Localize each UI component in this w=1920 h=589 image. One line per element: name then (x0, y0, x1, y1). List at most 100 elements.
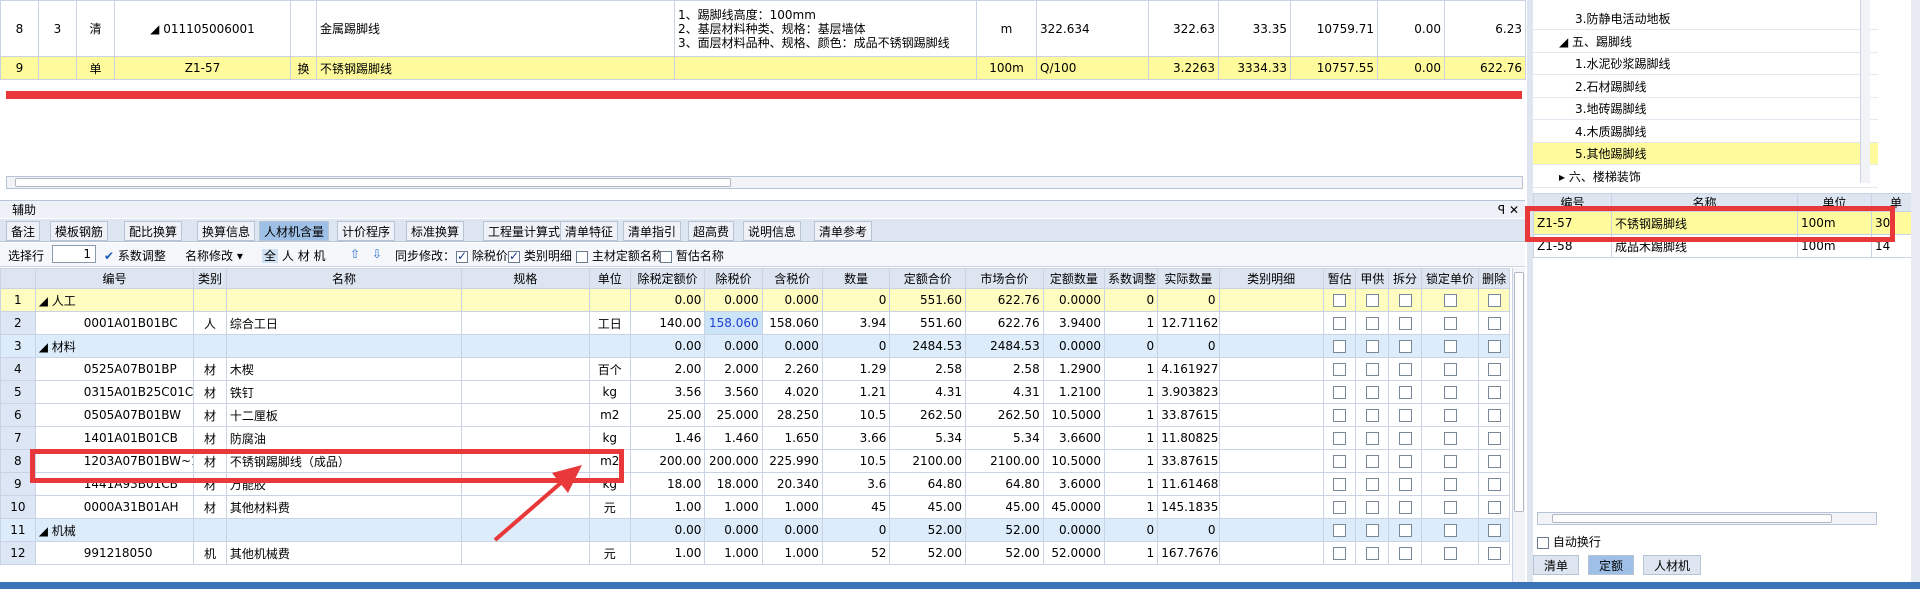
cell-name[interactable]: 木楔 (225, 357, 463, 381)
cell-kind-detail[interactable] (1218, 311, 1324, 335)
checkbox-cell[interactable] (1388, 518, 1422, 542)
cell-dqty[interactable]: 3.9400 (1042, 311, 1106, 335)
table-row[interactable]: 10 0000A31B01AH 材其他材料费元 1.00 1.000 1.000 45 45.… (0, 495, 1510, 519)
tab-12[interactable]: 清单参考 (814, 221, 873, 241)
tree-item[interactable]: ◢ 五、踢脚线 (1533, 31, 1878, 53)
checkbox-icon[interactable] (1398, 455, 1412, 468)
cell-ip[interactable]: 158.060 (761, 311, 823, 335)
checkbox-cell[interactable] (1478, 472, 1510, 496)
cell-name[interactable]: 综合工日 (225, 311, 463, 335)
checkbox-icon[interactable] (1443, 501, 1457, 514)
tab-bill[interactable]: 清单 (1533, 555, 1580, 575)
cell-row[interactable]: 8 (0, 0, 39, 57)
tree-scrollbar[interactable] (1860, 0, 1870, 183)
cell-name[interactable] (225, 334, 463, 358)
cell-dsum[interactable]: 262.50 (889, 403, 967, 427)
cell-kind-detail[interactable] (1218, 357, 1324, 381)
cell-c1[interactable]: 0.00 (1377, 0, 1445, 57)
checkbox-icon[interactable] (1487, 478, 1501, 491)
cell-aqty[interactable]: 0 (1157, 334, 1220, 358)
cell-code[interactable]: 0505A07B01BW (34, 403, 195, 427)
table-row[interactable]: 7 1401A01B01CB 材防腐油 kg 1.46 1.460 1.650 3.66 5.3… (0, 426, 1510, 450)
cell-unit[interactable]: m2 (588, 403, 631, 427)
cell-name[interactable]: 其他材料费 (225, 495, 463, 519)
tab-10[interactable]: 超高费 (688, 221, 735, 241)
checkbox-cell[interactable] (1355, 426, 1390, 450)
table-row[interactable]: 11 ◢ 机械 0.00 0.000 0.000 0 52.00 52.00 0.0000 0 0 (0, 518, 1510, 542)
checkbox-icon[interactable] (1365, 294, 1379, 307)
filter-all[interactable]: 全 (262, 249, 279, 263)
category-option[interactable]: 类别明细 (508, 247, 572, 264)
column-header[interactable]: 类别 (193, 268, 227, 289)
cell-kind-detail[interactable] (1218, 495, 1324, 519)
cell-unit[interactable]: kg (588, 380, 631, 404)
checkbox-cell[interactable] (1388, 426, 1422, 450)
checkbox-icon[interactable] (1443, 317, 1457, 330)
column-header[interactable] (0, 268, 36, 289)
checkbox-icon[interactable] (1487, 409, 1501, 422)
cell-coef[interactable]: 1 (1104, 472, 1159, 496)
column-header[interactable]: 拆分 (1388, 268, 1422, 289)
cell-type[interactable]: 单 (76, 56, 115, 80)
cell-dp[interactable]: 0.00 (629, 518, 706, 542)
cell-dp[interactable]: 1.46 (629, 426, 706, 450)
checkbox-icon[interactable] (1333, 547, 1347, 560)
cell-qty[interactable]: 10.5 (821, 403, 891, 427)
tree-item[interactable]: ▸ 六、楼梯装饰 (1533, 166, 1878, 188)
checkbox-icon[interactable] (1443, 524, 1457, 537)
right-horizontal-scrollbar[interactable] (1537, 512, 1877, 525)
checkbox-cell[interactable] (1478, 288, 1510, 312)
checkbox-icon[interactable] (1443, 294, 1457, 307)
cell-dsum[interactable]: 45.00 (889, 495, 967, 519)
column-header[interactable]: 除税价 (704, 268, 763, 289)
column-header[interactable]: 系数调整 (1104, 268, 1159, 289)
cell-msum[interactable]: 52.00 (965, 518, 1044, 542)
checkbox-icon[interactable] (1487, 432, 1501, 445)
checkbox-cell[interactable] (1420, 288, 1480, 312)
checkbox-cell[interactable] (1420, 449, 1480, 473)
checkbox-cell[interactable] (1388, 380, 1422, 404)
checkbox-cell[interactable] (1322, 449, 1357, 473)
checkbox-cell[interactable] (1478, 403, 1510, 427)
checkbox-icon[interactable] (1398, 340, 1412, 353)
checkbox-cell[interactable] (1388, 541, 1422, 565)
cell-qty[interactable]: 3.94 (821, 311, 891, 335)
checkbox-icon[interactable] (1487, 363, 1501, 376)
name-edit-dropdown[interactable]: 名称修改 ▾ (185, 247, 243, 264)
cell-name[interactable]: 铁钉 (225, 380, 463, 404)
cell-qty[interactable]: 10.5 (821, 449, 891, 473)
cell-qty_expr[interactable]: 322.634 (1036, 0, 1149, 57)
checkbox-cell[interactable] (1420, 311, 1480, 335)
cell-swap[interactable] (290, 0, 317, 57)
cell-tp[interactable]: 1.000 (704, 541, 763, 565)
cell-c2[interactable]: 6.23 (1444, 0, 1526, 57)
checkbox-icon[interactable] (1398, 294, 1412, 307)
cell-code[interactable]: ◢ 材料 (34, 334, 195, 358)
move-down-icon[interactable]: ⇩ (372, 247, 382, 261)
checkbox-icon[interactable] (1398, 478, 1412, 491)
cell-dsum[interactable]: 551.60 (889, 288, 967, 312)
grid-vertical-scrollbar[interactable] (1512, 268, 1525, 588)
checkbox-cell[interactable] (1388, 334, 1422, 358)
checkbox-icon[interactable] (1443, 340, 1457, 353)
row-number-input[interactable]: 1 (52, 245, 96, 263)
checkbox-icon[interactable] (1333, 340, 1347, 353)
table-row[interactable]: 4 0525A07B01BP 材木楔 百个 2.00 2.000 2.260 1.29 2.58… (0, 357, 1510, 381)
checkbox-cell[interactable] (1388, 288, 1422, 312)
cell-total[interactable]: 10759.71 (1290, 0, 1378, 57)
column-header[interactable]: 暂估 (1322, 268, 1357, 289)
cell-dsum[interactable]: 64.80 (889, 472, 967, 496)
checkbox-cell[interactable] (1478, 334, 1510, 358)
cell-spec[interactable] (461, 334, 590, 358)
cell-aqty[interactable]: 3.903823 (1157, 380, 1220, 404)
cell-tp[interactable]: 0.000 (704, 518, 763, 542)
cell-type[interactable]: 清 (76, 0, 115, 57)
cell-tp[interactable]: 2.000 (704, 357, 763, 381)
cell-spec[interactable] (461, 380, 590, 404)
cell-name[interactable]: 金属踢脚线 (316, 0, 675, 57)
cell-dp[interactable]: 2.00 (629, 357, 706, 381)
checkbox-icon[interactable] (1365, 455, 1379, 468)
cell-unit[interactable]: m (976, 0, 1037, 57)
tab-4[interactable]: 人材机含量 (259, 221, 330, 241)
cell-coef[interactable]: 0 (1104, 334, 1159, 358)
